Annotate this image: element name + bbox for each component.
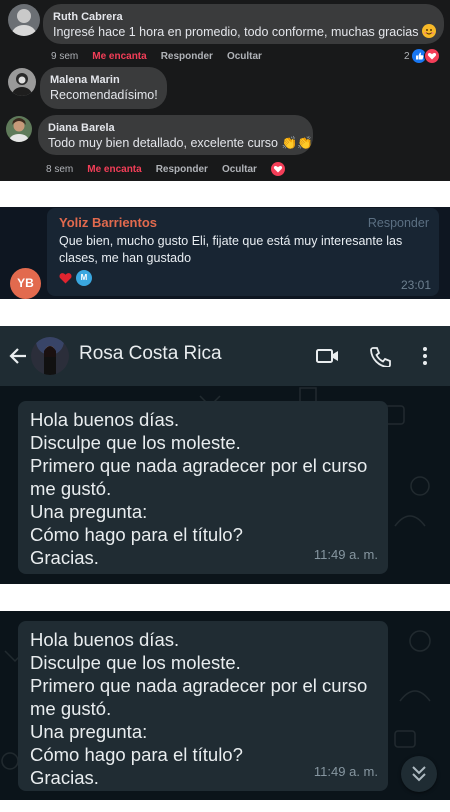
chat-header: Rosa Costa Rica (0, 326, 450, 386)
message-line: Una pregunta: (30, 721, 148, 742)
video-call-icon[interactable] (315, 346, 341, 366)
message-line: Hola buenos días. (30, 409, 180, 430)
contact-avatar[interactable] (31, 337, 69, 375)
reply-link[interactable]: Responder (161, 51, 213, 62)
message-time: 23:01 (400, 278, 431, 292)
message-time: 11:49 a. m. (313, 547, 378, 562)
incoming-message-bubble[interactable]: Hola buenos días. Disculpe que los moles… (18, 401, 388, 574)
reply-link[interactable]: Responder (156, 164, 208, 175)
heart-reaction-icon[interactable] (270, 162, 285, 176)
phone-icon[interactable] (369, 345, 391, 367)
comment-text: Todo muy bien detallado, excelente curso… (48, 136, 313, 150)
heart-icon (59, 273, 72, 284)
contact-name[interactable]: Rosa Costa Rica (79, 343, 222, 365)
reply-message-bubble: Yoliz Barrientos Responder Que bien, muc… (47, 208, 439, 296)
more-options-icon[interactable] (421, 346, 429, 366)
commenter-name[interactable]: Diana Barela (48, 121, 303, 135)
back-arrow-icon[interactable] (8, 346, 28, 366)
message-reactions[interactable]: M (59, 270, 92, 286)
heart-reaction-icon (423, 48, 440, 64)
hide-link[interactable]: Ocultar (222, 164, 257, 175)
message-line: Primero que nada agradecer por el curso (30, 455, 368, 476)
comment-time[interactable]: 8 sem (46, 164, 73, 175)
love-link[interactable]: Me encanta (92, 51, 146, 62)
incoming-message-bubble[interactable]: Hola buenos días. Disculpe que los moles… (18, 621, 388, 791)
message-line: Primero que nada agradecer por el curso (30, 675, 368, 696)
reaction-count: 2 (404, 50, 410, 62)
comment-text: Recomendadísimo! (50, 88, 158, 102)
double-chevron-down-icon (412, 766, 426, 782)
reactor-avatar: M (76, 270, 92, 286)
message-line: me gustó. (30, 478, 112, 499)
avatar-yb[interactable]: YB (10, 268, 41, 299)
message-line: Cómo hago para el título? (30, 524, 243, 545)
commenter-name[interactable]: Malena Marin (50, 73, 157, 87)
avatar-diana-barela[interactable] (6, 116, 32, 142)
scroll-to-bottom-button[interactable] (401, 756, 437, 792)
comment-time[interactable]: 9 sem (51, 51, 78, 62)
message-line: Cómo hago para el título? (30, 744, 243, 765)
message-line: Hola buenos días. (30, 629, 180, 650)
message-line: Una pregunta: (30, 501, 148, 522)
love-link[interactable]: Me encanta (87, 164, 141, 175)
comment-bubble: Ruth Cabrera Ingresé hace 1 hora en prom… (43, 4, 444, 44)
message-line: Disculpe que los moleste. (30, 432, 241, 453)
comment-text: Ingresé hace 1 hora en promedio, todo co… (53, 25, 419, 39)
facebook-comments-panel: Ruth Cabrera Ingresé hace 1 hora en prom… (0, 0, 450, 181)
avatar-ruth-cabrera[interactable] (8, 4, 40, 36)
comment-actions: 9 sem Me encanta Responder Ocultar (51, 51, 262, 62)
smiling-face-icon (421, 24, 436, 38)
hide-link[interactable]: Ocultar (227, 51, 262, 62)
message-line: me gustó. (30, 698, 112, 719)
comment-actions: 8 sem Me encanta Responder Ocultar (46, 162, 285, 176)
message-line: Disculpe que los moleste. (30, 652, 241, 673)
comment-bubble: Malena Marin Recomendadísimo! (40, 67, 167, 109)
message-time: 11:49 a. m. (313, 764, 378, 779)
avatar-malena-marin[interactable] (8, 68, 36, 96)
reaction-summary[interactable]: 2 (404, 48, 440, 64)
message-text-line: Que bien, mucho gusto Eli, fijate que es… (59, 234, 403, 248)
comment-bubble: Diana Barela Todo muy bien detallado, ex… (38, 115, 313, 155)
reply-button[interactable]: Responder (368, 216, 429, 230)
commenter-name[interactable]: Ruth Cabrera (53, 10, 434, 24)
message-text-line: clases, me han gustado (59, 251, 192, 265)
